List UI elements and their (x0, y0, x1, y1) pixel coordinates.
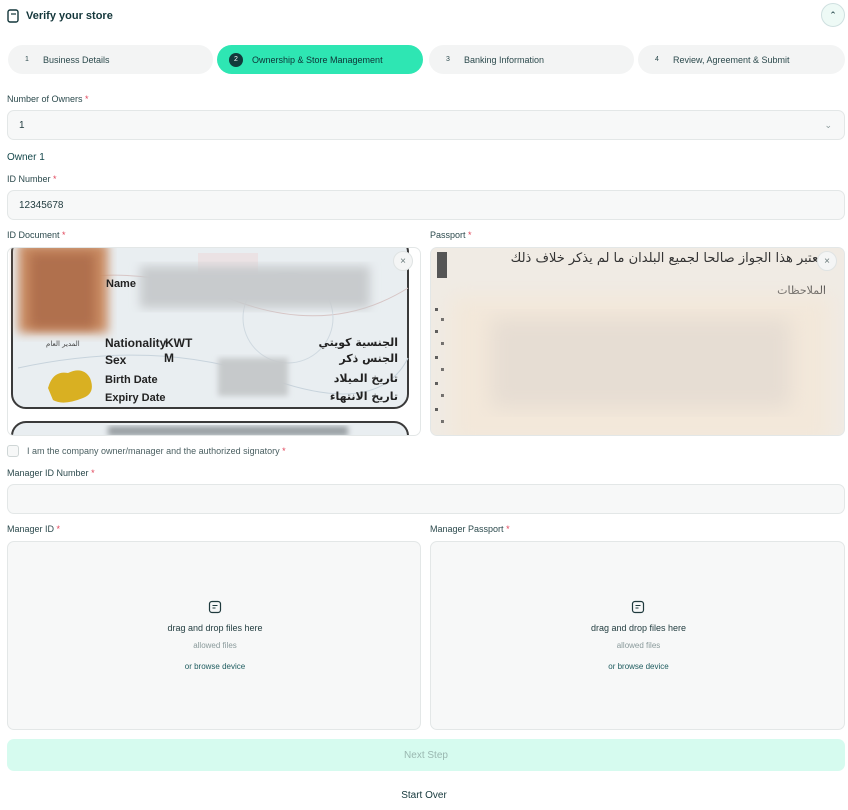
step-review-agreement-submit[interactable]: 4 Review, Agreement & Submit (638, 45, 845, 74)
step-number: 2 (229, 52, 243, 67)
step-label: Banking Information (464, 54, 545, 65)
required-mark: * (506, 524, 510, 534)
id-card-image: المدير العام Name Nationality KWT Sex M … (8, 248, 420, 435)
required-mark: * (62, 230, 66, 240)
id-card-text: M (164, 351, 174, 365)
manager-id-number-label: Manager ID Number * (7, 468, 95, 478)
chevron-up-icon: ⌃ (829, 9, 837, 20)
step-label: Business Details (43, 54, 110, 65)
id-card-text: المدير العام (46, 340, 80, 348)
file-icon (208, 600, 222, 614)
id-card-text: Sex (105, 353, 127, 367)
close-icon: × (400, 255, 406, 267)
store-icon (7, 9, 19, 23)
passport-preview: يعتبر هذا الجواز صالحا لجميع البلدان ما … (430, 247, 845, 436)
id-card-text: Nationality (105, 336, 167, 350)
step-number: 3 (446, 56, 450, 63)
collapse-button[interactable]: ⌃ (821, 3, 845, 27)
authorized-signatory-checkbox[interactable] (7, 445, 19, 457)
passport-label: Passport * (430, 230, 472, 240)
dropzone-subtitle: allowed files (193, 641, 237, 650)
chevron-down-icon: ⌄ (824, 120, 832, 130)
selected-value: 1 (19, 119, 25, 131)
step-number: 4 (655, 56, 659, 63)
required-mark: * (282, 446, 286, 456)
id-card-text: تاريخ الانتهاء (330, 390, 398, 403)
passport-image: يعتبر هذا الجواز صالحا لجميع البلدان ما … (431, 248, 844, 435)
label-text: Number of Owners (7, 94, 83, 104)
id-card-text: Expiry Date (105, 392, 166, 404)
page-title: Verify your store (26, 10, 113, 22)
browse-device-link[interactable]: or browse device (8, 662, 422, 671)
label-text: Manager ID (7, 524, 55, 534)
manager-id-label: Manager ID * (7, 524, 60, 534)
id-document-preview: المدير العام Name Nationality KWT Sex M … (7, 247, 421, 436)
close-icon: × (824, 255, 830, 267)
id-card-text: KWT (165, 336, 193, 350)
passport-text: الملاحظات (777, 284, 826, 297)
owner-section-title: Owner 1 (7, 152, 45, 163)
file-icon (631, 600, 645, 614)
required-mark: * (56, 524, 61, 534)
step-ownership-store-management[interactable]: 2 Ownership & Store Management (217, 45, 423, 74)
id-card-text: الجنسية كويتي (318, 336, 398, 349)
step-label: Review, Agreement & Submit (673, 54, 790, 65)
manager-passport-label: Manager Passport * (430, 524, 510, 534)
label-text: ID Document (7, 230, 60, 240)
label-text: I am the company owner/manager and the a… (27, 446, 280, 456)
label-text: Passport (430, 230, 466, 240)
id-number-input[interactable]: 12345678 (7, 190, 845, 220)
remove-id-document-button[interactable]: × (393, 251, 413, 271)
required-mark: * (85, 94, 89, 104)
required-mark: * (468, 230, 472, 240)
dropzone-title: drag and drop files here (590, 623, 687, 633)
required-mark: * (91, 468, 95, 478)
step-banking-information[interactable]: 3 Banking Information (429, 45, 634, 74)
manager-id-dropzone[interactable]: drag and drop files here allowed files o… (7, 541, 421, 730)
number-of-owners-select[interactable]: 1 ⌄ (7, 110, 845, 140)
label-text: Manager ID Number (7, 468, 89, 478)
manager-id-number-input[interactable] (7, 484, 845, 514)
id-document-label: ID Document * (7, 230, 66, 240)
input-value: 12345678 (19, 199, 64, 211)
label-text: Manager Passport (430, 524, 504, 534)
passport-text: يعتبر هذا الجواز صالحا لجميع البلدان ما … (511, 251, 826, 266)
next-step-button[interactable]: Next Step (7, 739, 845, 771)
number-of-owners-label: Number of Owners * (7, 94, 89, 104)
authorized-signatory-label: I am the company owner/manager and the a… (27, 446, 286, 456)
browse-device-link[interactable]: or browse device (431, 662, 846, 671)
dropzone-subtitle: allowed files (616, 641, 661, 650)
step-label: Ownership & Store Management (252, 54, 383, 65)
label-text: ID Number (7, 174, 51, 184)
id-card-text: Name (106, 278, 136, 290)
required-mark: * (53, 174, 57, 184)
remove-passport-button[interactable]: × (817, 251, 837, 271)
manager-passport-dropzone[interactable]: drag and drop files here allowed files o… (430, 541, 845, 730)
id-number-label: ID Number * (7, 174, 57, 184)
step-number: 1 (25, 56, 29, 63)
page-header: Verify your store (7, 7, 113, 25)
dropzone-title: drag and drop files here (167, 623, 263, 633)
id-card-text: تاريخ الميلاد (334, 372, 398, 385)
id-card-text: Birth Date (105, 374, 158, 386)
start-over-button[interactable]: Start Over (0, 790, 848, 801)
step-business-details[interactable]: 1 Business Details (8, 45, 213, 74)
id-card-text: الجنس ذكر (338, 352, 398, 365)
